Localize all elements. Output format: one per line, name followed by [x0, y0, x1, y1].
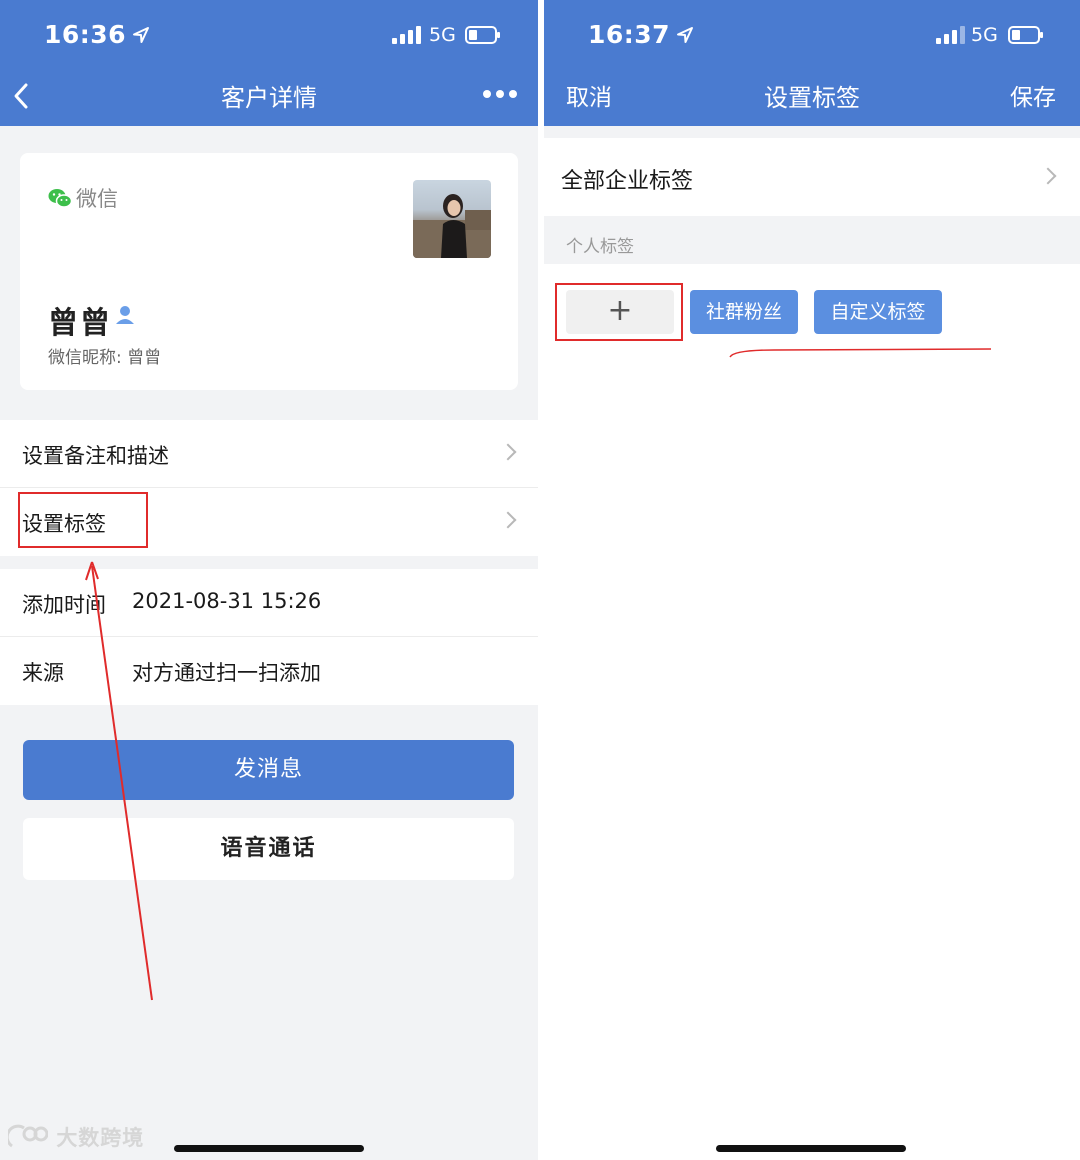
annotation-underline [729, 348, 992, 358]
watermark: 大数跨境 [5, 1122, 145, 1152]
watermark-text: 大数跨境 [56, 1126, 145, 1150]
customer-detail-screen: 16:36 5G 客户详情 微信 曾曾 微信昵称: 曾曾 设置备注和描述 设置标… [0, 0, 538, 1160]
watermark-logo-icon [5, 1124, 49, 1148]
annotation-arrow [85, 561, 153, 1001]
set-tags-screen: 16:37 5G 取消 设置标签 保存 全部企业标签 个人标签 + 社群粉丝 自… [544, 0, 1080, 1160]
home-indicator [716, 1145, 906, 1152]
home-indicator [174, 1145, 364, 1152]
